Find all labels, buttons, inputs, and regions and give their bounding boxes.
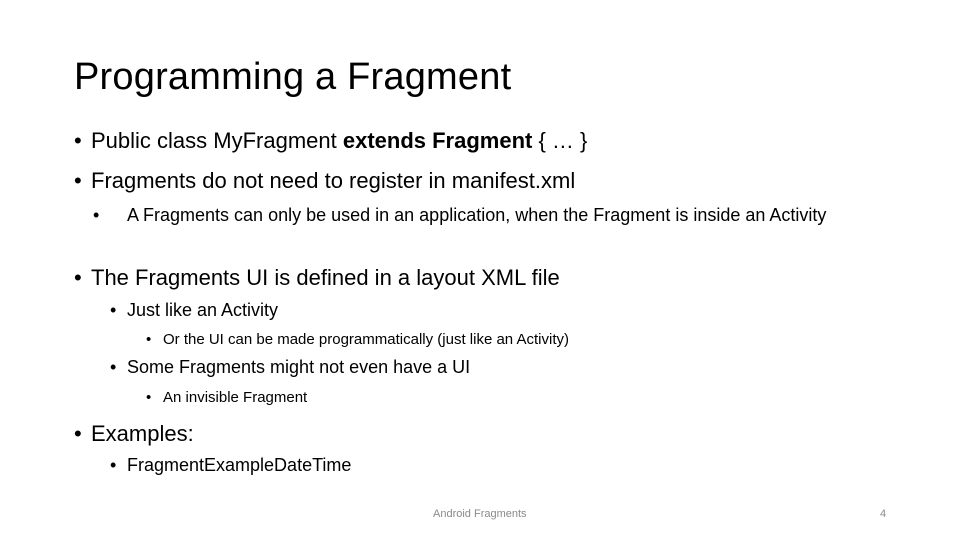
bullet-text: { … } <box>532 128 588 153</box>
bullet-text: A Fragments can only be used in an appli… <box>127 205 827 225</box>
bullet-text: An invisible Fragment <box>163 389 308 406</box>
bullet-item: • Just like an Activity <box>110 300 278 321</box>
bullet-item: • Or the UI can be made programmatically … <box>146 331 569 348</box>
bullet-icon: • <box>146 389 152 406</box>
bullet-item: • Public class MyFragment extends Fragmen… <box>74 128 587 154</box>
bullet-item: • An invisible Fragment <box>146 389 307 406</box>
bullet-text: The Fragments UI is defined in a layout … <box>91 265 560 290</box>
bullet-text: Or the UI can be made programmatically (… <box>163 331 569 348</box>
slide-title: Programming a Fragment <box>74 56 512 98</box>
bullet-text: Fragments do not need to register in man… <box>91 168 576 193</box>
bullet-icon: • <box>93 205 100 225</box>
bullet-icon: • <box>146 331 152 348</box>
bullet-item: • Examples: <box>74 421 194 447</box>
page-number: 4 <box>880 508 887 520</box>
bullet-text: Examples: <box>91 421 194 446</box>
bullet-item: • The Fragments UI is defined in a layout… <box>74 265 560 291</box>
bullet-item: • A Fragments can only be used in an appl… <box>93 202 897 228</box>
bullet-text: Just like an Activity <box>127 300 279 320</box>
bullet-icon: • <box>74 128 82 153</box>
bullet-icon: • <box>110 455 117 475</box>
bullet-text: Some Fragments might not even have a UI <box>127 357 471 377</box>
bullet-icon: • <box>110 357 117 377</box>
bullet-text: Public class MyFragment <box>91 128 343 153</box>
bullet-item: • FragmentExampleDateTime <box>110 455 351 476</box>
bullet-text-bold: extends Fragment <box>342 128 533 153</box>
footer-text: Android Fragments <box>433 508 527 520</box>
bullet-item: • Some Fragments might not even have a UI <box>110 357 470 378</box>
bullet-icon: • <box>74 421 82 446</box>
bullet-icon: • <box>74 168 82 193</box>
bullet-text: FragmentExampleDateTime <box>127 455 352 475</box>
bullet-item: • Fragments do not need to register in ma… <box>74 168 575 194</box>
bullet-icon: • <box>74 265 82 290</box>
bullet-icon: • <box>110 300 117 320</box>
